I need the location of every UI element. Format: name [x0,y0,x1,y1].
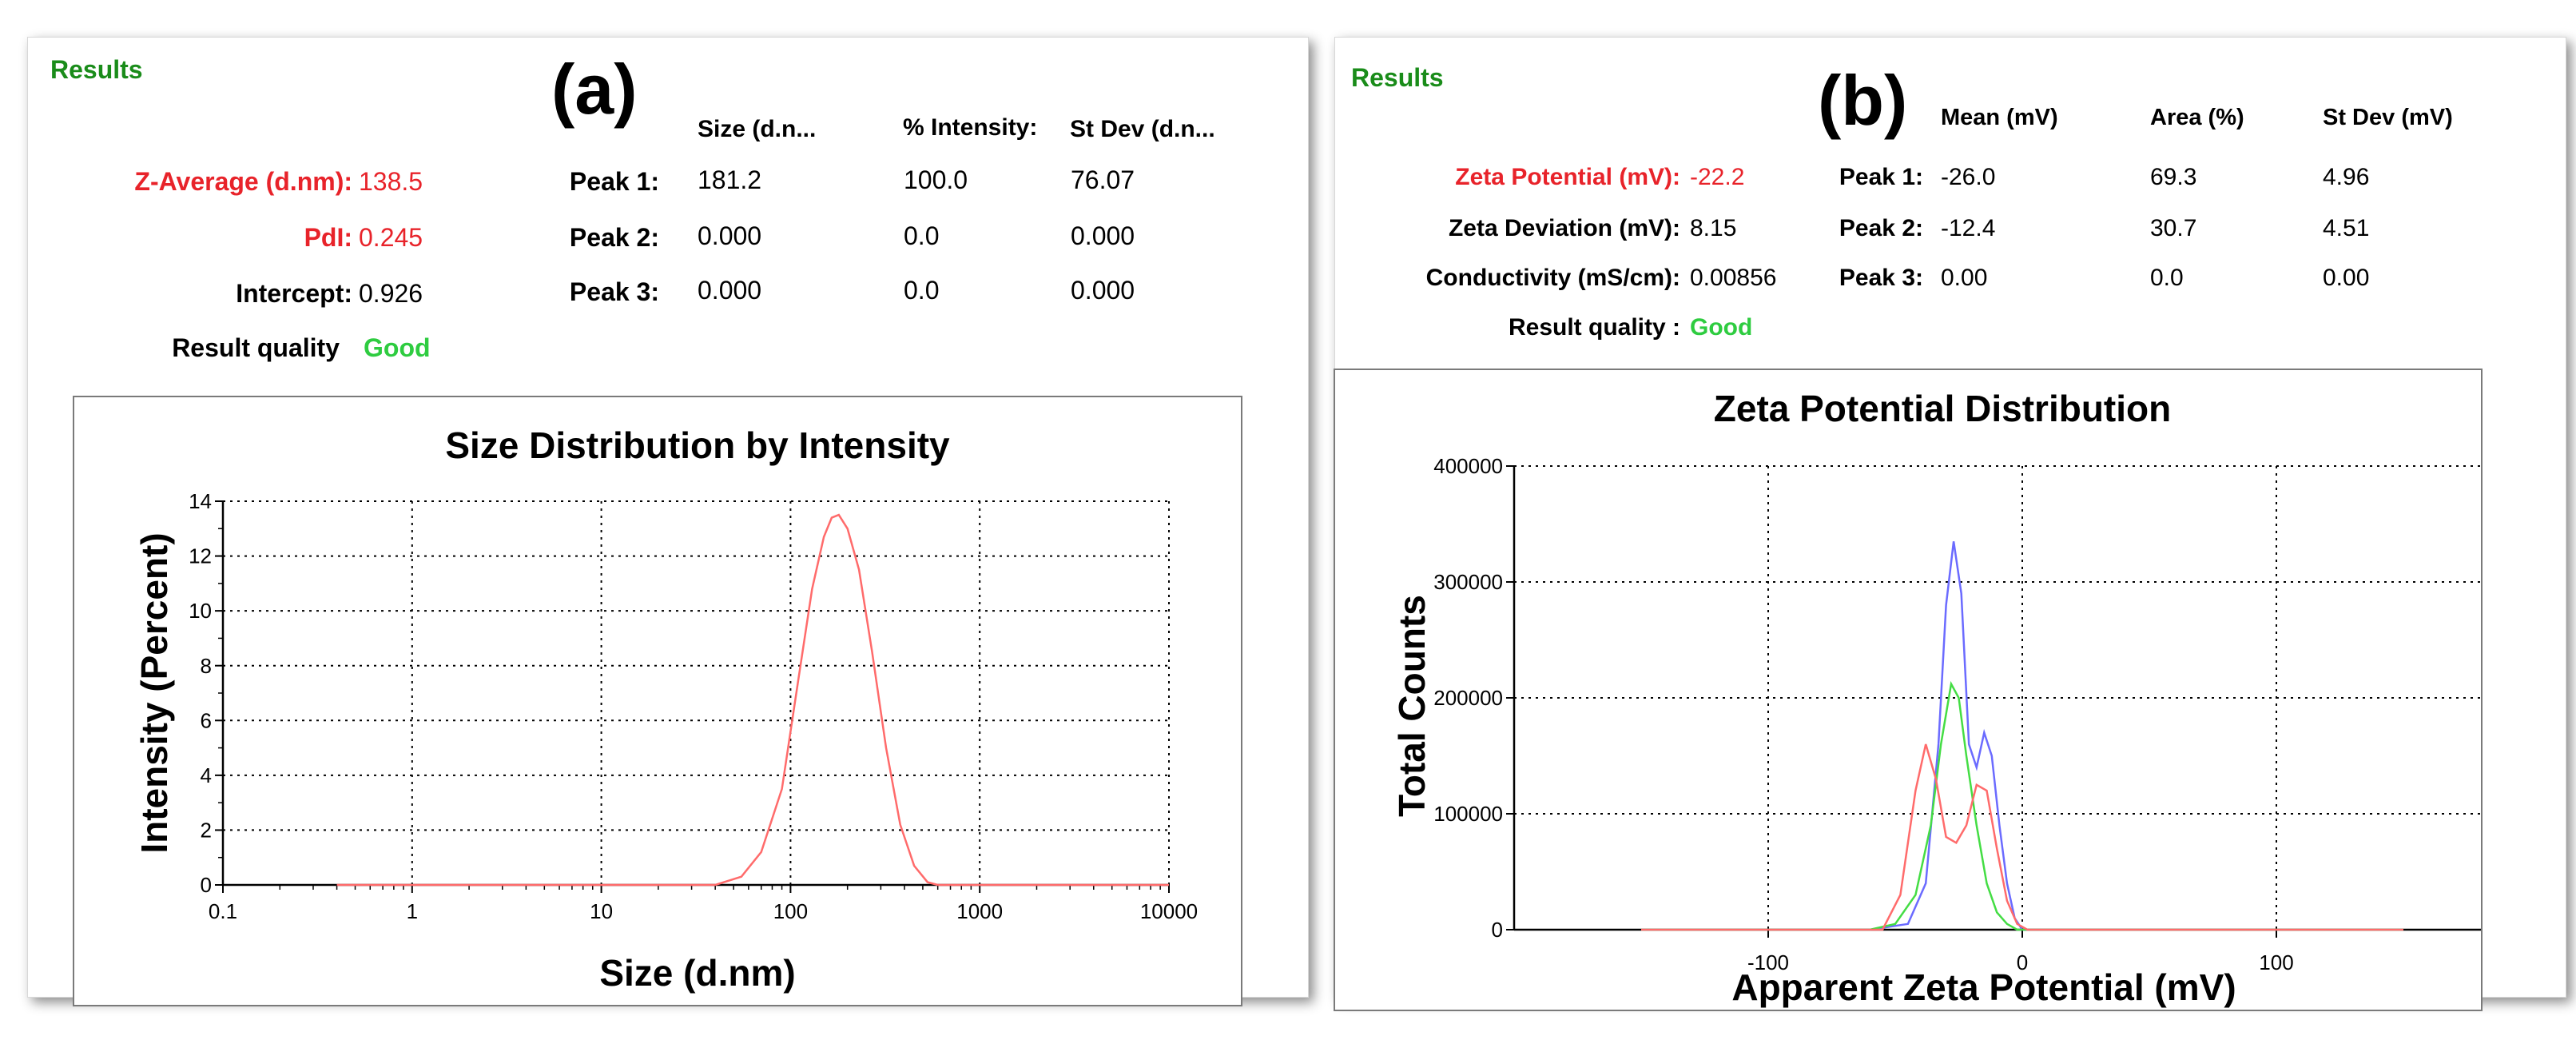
peak-cell: 0.00 [2323,265,2370,291]
conductivity-value: 0.00856 [1690,265,1777,291]
peak-label: Peak 3: [1839,265,1923,291]
peak-cell: 0.00 [1941,265,1988,291]
zeta-deviation-label: Zeta Deviation (mV): [1448,215,1680,241]
chart-title: Zeta Potential Distribution [1714,388,2171,429]
conductivity-label: Conductivity (mS/cm): [1425,265,1680,291]
x-axis-label: Apparent Zeta Potential (mV) [1731,966,2236,1008]
y-tick-label: 2 [201,819,212,843]
peak-cell: 0.0 [904,276,940,305]
column-header: St Dev (d.n... [1070,116,1215,142]
result-quality-label: Result quality [172,333,340,362]
intercept-value: 0.926 [359,279,423,308]
x-tick-label: 100 [2259,950,2293,974]
peak-cell: 4.96 [2323,164,2370,190]
peak-cell: 0.000 [698,276,762,305]
zeta-deviation-value: 8.15 [1690,215,1737,241]
peak-label: Peak 1: [1839,164,1923,190]
peak-cell: 100.0 [904,165,968,194]
y-axis-label: Total Counts [1391,595,1433,817]
y-tick-label: 6 [201,708,212,732]
x-axis-label: Size (d.nm) [599,952,795,994]
size-results-panel: Results (a) Size (d.n... % Intensity: St… [27,37,1309,1006]
zeta-results-panel: Results (b) Mean (mV) Area (%) St Dev (m… [1334,37,2566,1011]
size-chart-frame: Size Distribution by Intensity 0.1 1 10 100 1… [73,396,1242,1006]
y-tick-label: 12 [189,544,212,568]
panel-label: (b) [1818,61,1908,140]
peak-cell: 76.07 [1071,165,1135,194]
peak-label: Peak 3: [569,277,659,306]
zeta-chart-frame: Zeta Potential Distribution-100010020001… [1334,369,2548,1011]
peak-cell: 0.000 [1071,221,1135,250]
x-tick-label: 1 [407,899,418,923]
series-line [1641,541,2403,931]
result-quality-label: Result quality : [1508,314,1680,341]
peak-label: Peak 1: [569,167,659,196]
results-title: Results [1351,63,1444,92]
peak-cell: 4.51 [2323,215,2370,241]
series-line [1641,743,2403,931]
zeta-potential-chart: Zeta Potential Distribution-100010020001… [1391,388,2548,1008]
y-tick-label: 0 [1492,918,1503,942]
peak-cell: 30.7 [2150,215,2197,241]
result-quality-value: Good [364,333,431,362]
y-tick-label: 4 [201,763,212,787]
results-title: Results [50,55,143,84]
panel-label: (a) [551,50,638,129]
x-tick-label: 10000 [1140,899,1198,923]
y-tick-label: 10 [189,599,212,623]
y-tick-label: 100000 [1433,802,1503,826]
peak-cell: 69.3 [2150,164,2197,190]
peak-cell: -26.0 [1941,164,1996,190]
zeta-potential-label: Zeta Potential (mV): [1455,164,1680,190]
y-tick-label: 0 [201,873,212,897]
column-header: Size (d.n... [698,116,817,142]
peak-cell: 0.000 [698,221,762,250]
column-header: Mean (mV) [1941,105,2058,130]
y-axis-label: Intensity (Percent) [133,532,175,853]
peak-cell: -12.4 [1941,215,1996,241]
z-average-value: 138.5 [359,167,423,196]
chart-title: Size Distribution by Intensity [445,424,950,466]
peak-label: Peak 2: [1839,215,1923,241]
column-header: St Dev (mV) [2323,105,2453,130]
pdi-value: 0.245 [359,223,423,252]
y-tick-label: 200000 [1433,686,1503,710]
result-quality-value: Good [1690,314,1753,341]
pdi-label: PdI: [304,223,352,252]
peak-cell: 0.0 [904,221,940,250]
x-tick-label: 0.1 [209,899,237,923]
y-tick-label: 300000 [1433,570,1503,594]
x-tick-label: 10 [590,899,613,923]
size-distribution-chart: Size Distribution by Intensity0.1 1 10 100 1… [133,424,1198,994]
intercept-label: Intercept: [236,279,352,308]
peak-cell: 0.0 [2150,265,2184,291]
z-average-label: Z-Average (d.nm): [134,167,352,196]
y-tick-label: 400000 [1433,454,1503,478]
peak-cell: 0.000 [1071,276,1135,305]
column-header: % Intensity: [903,114,1038,141]
x-tick-label: 1000 [956,899,1003,923]
column-header: Area (%) [2150,105,2244,130]
y-tick-label: 8 [201,654,212,678]
y-tick-label: 14 [189,489,212,513]
x-tick-label: 100 [773,899,808,923]
zeta-potential-value: -22.2 [1690,164,1745,190]
peak-cell: 181.2 [698,165,762,194]
peak-label: Peak 2: [569,223,659,252]
